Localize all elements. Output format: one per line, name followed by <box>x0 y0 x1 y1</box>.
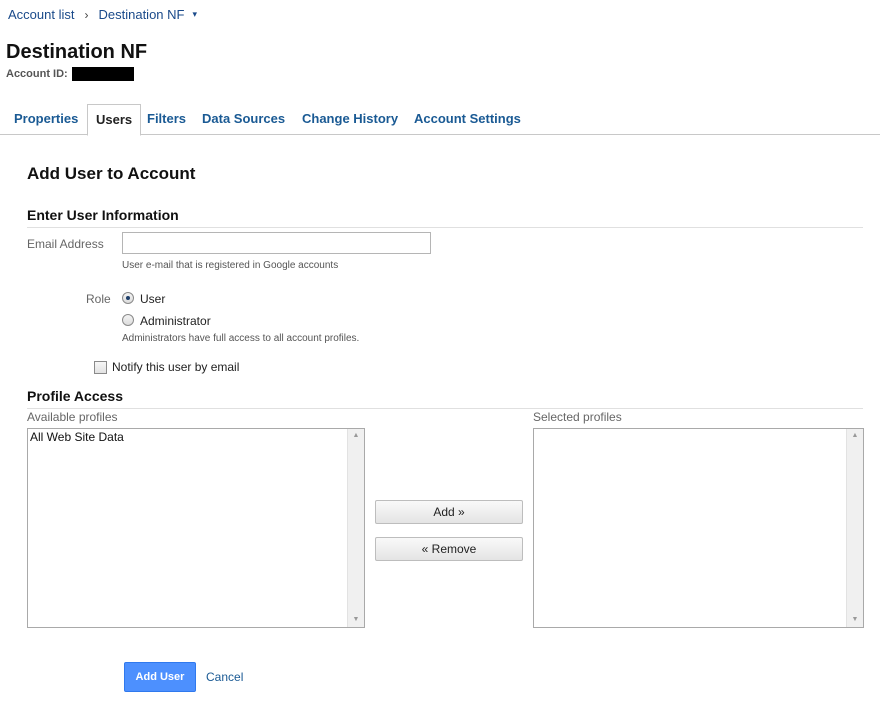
section-divider <box>27 408 863 409</box>
scroll-up-icon[interactable]: ▲ <box>348 429 364 443</box>
notify-checkbox[interactable] <box>94 361 107 374</box>
account-id: Account ID: <box>6 67 134 81</box>
page-title: Destination NF <box>6 41 148 63</box>
form-heading: Add User to Account <box>27 164 196 183</box>
scrollbar[interactable]: ▲ ▼ <box>846 429 863 627</box>
account-id-label: Account ID: <box>6 68 68 80</box>
breadcrumb-account-dropdown[interactable]: Destination NF <box>98 7 184 22</box>
scroll-up-icon[interactable]: ▲ <box>847 429 863 443</box>
breadcrumb: Account list › Destination NF ▾ <box>8 7 197 22</box>
selected-profiles-label: Selected profiles <box>533 410 622 424</box>
tab-filters[interactable]: Filters <box>147 104 186 133</box>
notify-label[interactable]: Notify this user by email <box>112 360 239 374</box>
user-info-section-title: Enter User Information <box>27 207 179 223</box>
scroll-down-icon[interactable]: ▼ <box>847 613 863 627</box>
administrator-hint: Administrators have full access to all a… <box>122 333 360 344</box>
add-profile-button[interactable]: Add » <box>375 500 523 524</box>
list-item[interactable]: All Web Site Data <box>28 429 364 445</box>
role-user-radio[interactable] <box>122 292 134 304</box>
page: Account list › Destination NF ▾ Destinat… <box>0 0 880 728</box>
remove-profile-button[interactable]: « Remove <box>375 537 523 561</box>
breadcrumb-account-list-link[interactable]: Account list <box>8 7 74 22</box>
tab-properties[interactable]: Properties <box>14 104 78 133</box>
redacted-account-id <box>71 67 134 81</box>
scrollbar[interactable]: ▲ ▼ <box>347 429 364 627</box>
role-administrator-label[interactable]: Administrator <box>140 314 211 328</box>
breadcrumb-separator: › <box>84 7 89 22</box>
email-label: Email Address <box>27 237 104 251</box>
scroll-down-icon[interactable]: ▼ <box>348 613 364 627</box>
cancel-link[interactable]: Cancel <box>206 670 243 684</box>
tab-change-history[interactable]: Change History <box>302 104 398 133</box>
chevron-down-icon[interactable]: ▾ <box>192 9 197 20</box>
role-user-label[interactable]: User <box>140 292 165 306</box>
tab-data-sources[interactable]: Data Sources <box>202 104 285 133</box>
section-divider <box>27 227 863 228</box>
profile-access-section-title: Profile Access <box>27 388 123 404</box>
add-user-button[interactable]: Add User <box>124 662 196 692</box>
tab-users[interactable]: Users <box>87 104 142 136</box>
role-administrator-radio[interactable] <box>122 314 134 326</box>
email-field[interactable] <box>122 232 431 254</box>
role-label: Role <box>86 292 111 306</box>
available-profiles-list[interactable]: All Web Site Data ▲ ▼ <box>27 428 365 628</box>
selected-profiles-list[interactable]: ▲ ▼ <box>533 428 864 628</box>
tab-account-settings[interactable]: Account Settings <box>414 104 521 133</box>
available-profiles-label: Available profiles <box>27 410 118 424</box>
tab-bar: Properties Users Filters Data Sources Ch… <box>0 104 880 136</box>
email-hint: User e-mail that is registered in Google… <box>122 260 339 271</box>
